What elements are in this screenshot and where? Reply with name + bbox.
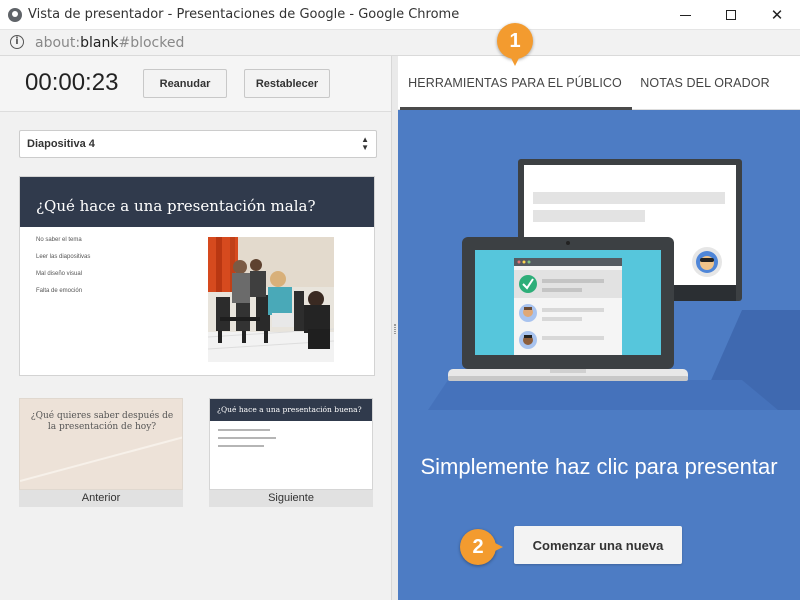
presenter-tabs: HERRAMIENTAS PARA EL PÚBLICO NOTAS DEL O… xyxy=(398,56,800,110)
start-new-button[interactable]: Comenzar una nueva xyxy=(514,526,682,564)
next-slide-caption: Siguiente xyxy=(209,490,373,507)
chrome-app-icon xyxy=(8,8,22,22)
resume-button[interactable]: Reanudar xyxy=(143,69,227,98)
audience-photo xyxy=(208,237,334,362)
url-scheme: about: xyxy=(35,35,81,51)
slide-bullets: No saber el tema Leer las diapositivas M… xyxy=(36,237,90,305)
slide-header: ¿Qué hace a una presentación mala? xyxy=(20,177,374,227)
presenter-left-panel: 00:00:23 Reanudar Restablecer Diapositiv… xyxy=(0,56,391,600)
callout-badge-2: 2 xyxy=(460,529,503,565)
next-slide-title: ¿Qué hace a una presentación buena? xyxy=(217,405,362,414)
callout-pointer-icon xyxy=(491,541,503,553)
url-host: blank xyxy=(80,35,119,51)
devices-illustration xyxy=(428,159,800,410)
next-slide-thumbnail[interactable]: ¿Qué hace a una presentación buena? Sigu… xyxy=(209,398,373,507)
maximize-icon xyxy=(726,10,736,20)
window-titlebar: Vista de presentador - Presentaciones de… xyxy=(0,0,800,30)
audience-tools-panel: Simplemente haz clic para presentar Come… xyxy=(398,110,800,600)
next-slide-line xyxy=(218,445,264,447)
next-slide-frame: ¿Qué hace a una presentación buena? xyxy=(209,398,373,490)
slide-bullet: Falta de emoción xyxy=(36,288,83,294)
minimize-button[interactable] xyxy=(662,0,708,30)
callout-number: 2 xyxy=(472,535,484,558)
callout-pointer-icon xyxy=(509,54,521,66)
callout-number: 1 xyxy=(509,29,521,52)
start-presenting-prompt: Simplemente haz clic para presentar xyxy=(420,454,778,479)
close-icon: ✕ xyxy=(770,5,784,24)
previous-slide-decoration xyxy=(20,436,182,482)
window-title: Vista de presentador - Presentaciones de… xyxy=(28,7,460,22)
slide-bullet: No saber el tema xyxy=(36,237,82,243)
url-rest: #blocked xyxy=(118,35,185,51)
elapsed-timer: 00:00:23 xyxy=(25,69,119,96)
reset-button[interactable]: Restablecer xyxy=(244,69,330,98)
audience-photo-image xyxy=(208,237,334,362)
slide-select-value: Diapositiva 4 xyxy=(27,138,95,150)
panel-resize-handle[interactable] xyxy=(391,56,398,600)
address-bar[interactable]: i about:blank#blocked xyxy=(0,30,800,56)
next-slide-header: ¿Qué hace a una presentación buena? xyxy=(210,399,372,421)
slide-select[interactable]: Diapositiva 4 ▲ ▼ xyxy=(19,130,377,158)
previous-slide-frame: ¿Qué quieres saber después de la present… xyxy=(19,398,183,490)
slide-title: ¿Qué hace a una presentación mala? xyxy=(36,197,316,215)
previous-slide-caption: Anterior xyxy=(19,490,183,507)
callout-badge-1: 1 xyxy=(497,23,533,66)
current-slide-preview: ¿Qué hace a una presentación mala? No sa… xyxy=(19,176,375,376)
previous-slide-thumbnail[interactable]: ¿Qué quieres saber después de la present… xyxy=(19,398,183,507)
info-icon[interactable]: i xyxy=(10,35,24,49)
close-button[interactable]: ✕ xyxy=(754,0,800,30)
select-arrows-icon: ▲ ▼ xyxy=(361,135,369,152)
tab-speaker-notes[interactable]: NOTAS DEL ORADOR xyxy=(638,56,772,110)
grip-icon xyxy=(394,324,396,334)
slide-bullet: Mal diseño visual xyxy=(36,271,83,277)
url-text: about:blank#blocked xyxy=(35,35,184,51)
next-slide-line xyxy=(218,437,276,439)
minimize-icon xyxy=(679,14,691,16)
slide-bullet: Leer las diapositivas xyxy=(36,254,91,260)
next-slide-line xyxy=(218,429,270,431)
maximize-button[interactable] xyxy=(708,0,754,30)
timer-controls: 00:00:23 Reanudar Restablecer xyxy=(0,56,391,112)
